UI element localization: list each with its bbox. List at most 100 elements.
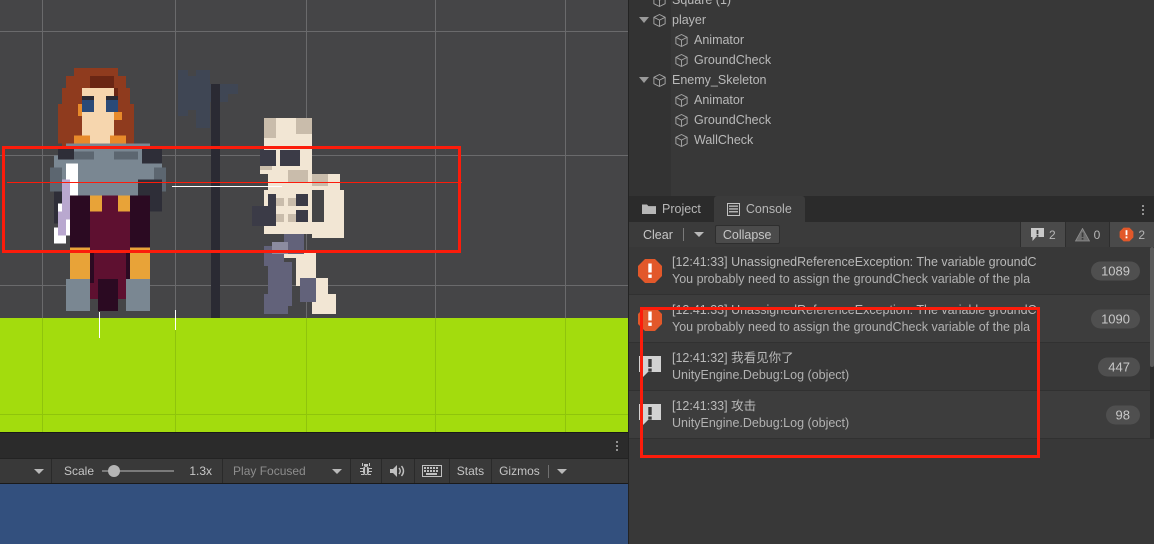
hierarchy-item-label: player [672,13,707,27]
scale-value: 1.3x [189,464,213,478]
hierarchy-item-label: GroundCheck [694,53,772,67]
hierarchy-item-groundcheck[interactable]: GroundCheck [629,50,1154,70]
counter-error[interactable]: 2 [1109,222,1154,247]
console-scrollbar[interactable] [1150,247,1154,439]
console-entry-line2: UnityEngine.Debug:Log (object) [672,415,850,430]
cube-icon [653,13,666,27]
counter-warning[interactable]: 0 [1064,222,1110,247]
game-view[interactable] [0,0,628,432]
cube-icon [675,93,688,107]
hierarchy-item-groundcheck[interactable]: GroundCheck [629,110,1154,130]
expand-triangle-icon[interactable] [639,77,649,83]
speaker-icon [389,465,404,477]
console-entry[interactable]: [12:41:33] UnassignedReferenceException:… [629,295,1154,343]
hierarchy-item-enemy-skeleton[interactable]: Enemy_Skeleton [629,70,1154,90]
expand-triangle-icon[interactable] [639,17,649,23]
error-octagon-icon [638,306,662,331]
counter-warning-value: 0 [1093,227,1101,242]
hierarchy-item-label: GroundCheck [694,113,772,127]
game-view-toolbar[interactable]: Scale 1.3x Play Focused Stats Gizmos [0,458,628,483]
stats-label: Stats [456,464,485,478]
console-detail-area [628,439,1154,544]
console-entry-text: [12:41:33] 攻击 UnityEngine.Debug:Log (obj… [672,398,849,432]
console-entry-badge: 98 [1105,405,1140,424]
console-entry-badge: 1089 [1091,261,1140,280]
play-mode-dropdown[interactable]: Play Focused [223,459,351,483]
console-entry[interactable]: [12:41:33] UnassignedReferenceException:… [629,247,1154,295]
scale-slider-handle[interactable] [108,465,121,477]
console-entries-list[interactable]: [12:41:33] UnassignedReferenceException:… [628,247,1154,439]
stats-button[interactable]: Stats [450,459,493,483]
console-entry-line2: UnityEngine.Debug:Log (object) [672,367,850,382]
hierarchy-item-animator[interactable]: Animator [629,30,1154,50]
hierarchy-item-label: WallCheck [694,133,754,147]
shortcuts-button[interactable] [415,459,450,483]
console-entry[interactable]: [12:41:33] 攻击 UnityEngine.Debug:Log (obj… [629,391,1154,439]
console-entry-text: [12:41:33] UnassignedReferenceException:… [672,302,1037,336]
hierarchy-item-square-1-[interactable]: Square (1) [629,0,1154,10]
tab-console[interactable]: Console [713,196,805,222]
console-entry-line2: You probably need to assign the groundCh… [672,319,1031,334]
chevron-down-icon [693,232,704,237]
panel-tabbar[interactable]: Project Console [628,196,1154,222]
tab-project-label: Project [662,202,701,216]
cube-icon [653,0,666,7]
tab-project[interactable]: Project [629,196,714,222]
kebab-menu-icon[interactable] [616,440,618,451]
aspect-dropdown[interactable] [0,459,52,483]
mute-audio-button[interactable] [382,459,415,483]
console-icon [726,202,740,216]
clear-button[interactable]: Clear [633,225,680,244]
log-bubble-icon [639,403,661,426]
cube-icon [653,73,666,87]
hierarchy-item-label: Animator [694,93,745,107]
console-entry-line1: [12:41:32] 我看见你了 [672,350,794,365]
hierarchy-item-player[interactable]: player [629,10,1154,30]
right-dock: Square (1) player Animator GroundCheck E… [628,0,1154,544]
debug-toggle-button[interactable] [351,459,382,483]
console-entry[interactable]: [12:41:32] 我看见你了 UnityEngine.Debug:Log (… [629,343,1154,391]
chevron-down-icon[interactable] [556,468,567,474]
console-counters[interactable]: 2 0 2 [1019,222,1154,247]
log-bubble-icon [639,355,661,378]
console-entry-line1: [12:41:33] UnassignedReferenceException:… [672,302,1037,317]
counter-error-value: 2 [1138,227,1145,242]
scale-slider[interactable] [102,465,175,477]
hierarchy-item-animator[interactable]: Animator [629,90,1154,110]
hierarchy-panel[interactable]: Square (1) player Animator GroundCheck E… [628,0,1154,196]
unity-editor-window: Scale 1.3x Play Focused Stats Gizmos Squ… [0,0,1154,544]
counter-log[interactable]: 2 [1019,222,1065,247]
gizmo-ground-check-left [99,312,100,338]
game-view-bottom-strip [0,432,628,458]
console-entry-line1: [12:41:33] UnassignedReferenceException:… [672,254,1037,269]
hierarchy-item-wallcheck[interactable]: WallCheck [629,130,1154,150]
console-entry-line1: [12:41:33] 攻击 [672,398,757,413]
gizmos-button[interactable]: Gizmos [492,459,574,483]
hierarchy-item-label: Animator [694,33,745,47]
clear-dropdown-button[interactable] [687,225,711,244]
hierarchy-item-label: Enemy_Skeleton [672,73,767,87]
console-entry-text: [12:41:32] 我看见你了 UnityEngine.Debug:Log (… [672,350,849,384]
collapse-toggle[interactable]: Collapse [714,225,780,244]
ground-tiles [0,318,628,432]
cube-icon [675,133,688,147]
error-octagon-icon [1119,227,1134,242]
kebab-menu-icon[interactable] [1142,205,1144,215]
hierarchy-list[interactable]: Square (1) player Animator GroundCheck E… [629,0,1154,150]
console-entry-line2: You probably need to assign the groundCh… [672,271,1031,286]
chevron-down-icon [331,468,342,474]
chevron-down-icon [34,468,44,474]
divider [682,228,684,241]
scale-label: Scale [64,464,95,478]
cube-icon [675,53,688,67]
console-toolbar[interactable]: Clear Collapse 2 0 2 [628,222,1154,247]
console-entry-badge: 1090 [1091,309,1140,328]
log-bubble-icon [1030,228,1044,241]
warning-triangle-icon [1074,227,1090,241]
background-banner [178,70,238,138]
bug-icon [359,463,372,475]
scale-slider-group[interactable]: Scale 1.3x [52,459,224,483]
keyboard-icon [421,465,442,477]
game-view-highlight [2,146,461,253]
game-view-highlight-inner-line [7,182,462,183]
